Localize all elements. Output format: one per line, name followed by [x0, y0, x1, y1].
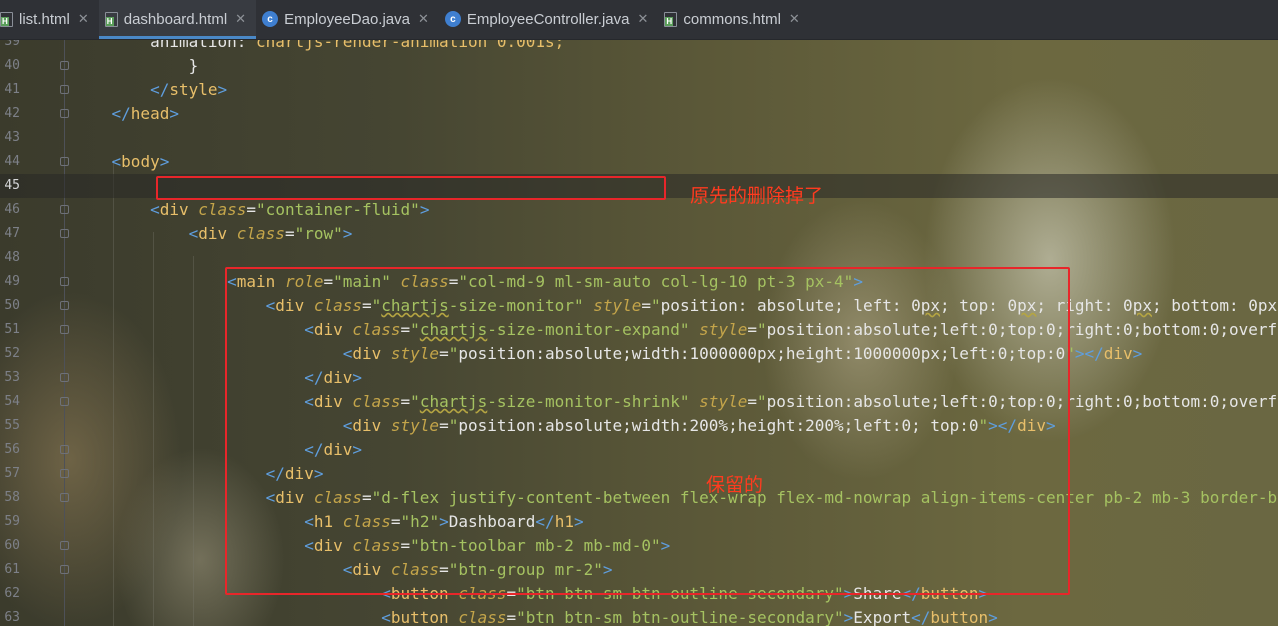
fold-marker-icon[interactable]	[60, 229, 69, 238]
line-number: 41	[4, 82, 20, 97]
close-icon[interactable]: ✕	[78, 11, 89, 27]
fold-marker-icon[interactable]	[60, 277, 69, 286]
tab-label: dashboard.html	[123, 10, 228, 28]
fold-marker-icon[interactable]	[60, 205, 69, 214]
tab-dashboard-html[interactable]: H dashboard.html ✕	[98, 0, 257, 39]
fold-marker-icon[interactable]	[60, 493, 69, 502]
line-number: 51	[4, 322, 20, 337]
fold-marker-icon[interactable]	[60, 109, 69, 118]
tab-employeecontroller-java[interactable]: c EmployeeController.java ✕	[439, 0, 659, 39]
line-number: 46	[4, 202, 20, 217]
close-icon[interactable]: ✕	[418, 11, 429, 27]
line-number: 53	[4, 370, 20, 385]
tab-list-html[interactable]: H list.html ✕	[0, 0, 99, 39]
java-class-icon: c	[444, 11, 461, 27]
line-number: 47	[4, 226, 20, 241]
code-line: 46 <div class="container-fluid">	[0, 198, 1278, 222]
code-line: 39 animation: chartjs-render-animation 0…	[0, 40, 1278, 54]
line-number: 54	[4, 394, 20, 409]
line-number: 50	[4, 298, 20, 313]
code-line: 63 <button class="btn btn-sm btn-outline…	[0, 606, 1278, 626]
line-number: 62	[4, 586, 20, 601]
tab-label: list.html	[19, 10, 70, 28]
close-icon[interactable]: ✕	[789, 11, 800, 27]
code-line: 43	[0, 126, 1278, 150]
code-line: 44 <body>	[0, 150, 1278, 174]
line-number: 60	[4, 538, 20, 553]
code-editor[interactable]: 39 animation: chartjs-render-animation 0…	[0, 40, 1278, 626]
close-icon[interactable]: ✕	[637, 11, 648, 27]
line-number: 42	[4, 106, 20, 121]
line-number: 57	[4, 466, 20, 481]
html-file-icon: H	[664, 11, 678, 27]
fold-marker-icon[interactable]	[60, 469, 69, 478]
fold-marker-icon[interactable]	[60, 85, 69, 94]
code-text: animation: chartjs-render-animation 0.00…	[73, 40, 565, 51]
line-number: 49	[4, 274, 20, 289]
fold-marker-icon[interactable]	[60, 373, 69, 382]
fold-marker-icon[interactable]	[60, 565, 69, 574]
fold-marker-icon[interactable]	[60, 445, 69, 454]
code-text: <body>	[111, 152, 170, 171]
close-icon[interactable]: ✕	[235, 11, 246, 27]
line-number: 52	[4, 346, 20, 361]
code-text: </style>	[150, 80, 228, 99]
tab-label: EmployeeDao.java	[284, 10, 410, 28]
fold-marker-icon[interactable]	[60, 397, 69, 406]
fold-marker-icon[interactable]	[60, 61, 69, 70]
tab-commons-html[interactable]: H commons.html ✕	[658, 0, 809, 39]
java-class-icon: c	[262, 11, 279, 27]
code-line: 47 <div class="row">	[0, 222, 1278, 246]
line-number: 44	[4, 154, 20, 169]
kept-note: 保留的	[706, 474, 764, 496]
fold-marker-icon[interactable]	[60, 541, 69, 550]
code-text: <button class="btn btn-sm btn-outline-se…	[381, 608, 998, 626]
editor-tab-bar: H list.html ✕ H dashboard.html ✕ c Emplo…	[0, 0, 1278, 40]
html-file-icon: H	[104, 11, 118, 27]
kept-region-highlight	[225, 267, 1070, 595]
line-number: 59	[4, 514, 20, 529]
line-number: 63	[4, 610, 20, 625]
line-number: 55	[4, 418, 20, 433]
code-text: <div class="row">	[188, 224, 353, 243]
code-line: 42 </head>	[0, 102, 1278, 126]
code-line: 41 </style>	[0, 78, 1278, 102]
line-number: 40	[4, 58, 20, 73]
fold-marker-icon[interactable]	[60, 301, 69, 310]
line-number: 61	[4, 562, 20, 577]
code-line: 40 }	[0, 54, 1278, 78]
tab-label: commons.html	[683, 10, 781, 28]
tab-employeedao-java[interactable]: c EmployeeDao.java ✕	[256, 0, 439, 39]
line-number: 58	[4, 490, 20, 505]
fold-marker-icon[interactable]	[60, 325, 69, 334]
line-number: 45	[4, 178, 20, 193]
code-text: </head>	[111, 104, 179, 123]
html-file-icon: H	[0, 11, 13, 27]
deleted-region-highlight	[156, 176, 666, 200]
line-number: 39	[4, 40, 20, 49]
line-number: 48	[4, 250, 20, 265]
line-number: 56	[4, 442, 20, 457]
fold-marker-icon[interactable]	[60, 157, 69, 166]
tab-label: EmployeeController.java	[466, 10, 630, 28]
line-number: 43	[4, 130, 20, 145]
deleted-note: 原先的删除掉了	[690, 185, 824, 207]
code-text: }	[73, 56, 199, 75]
code-text: <div class="container-fluid">	[150, 200, 430, 219]
